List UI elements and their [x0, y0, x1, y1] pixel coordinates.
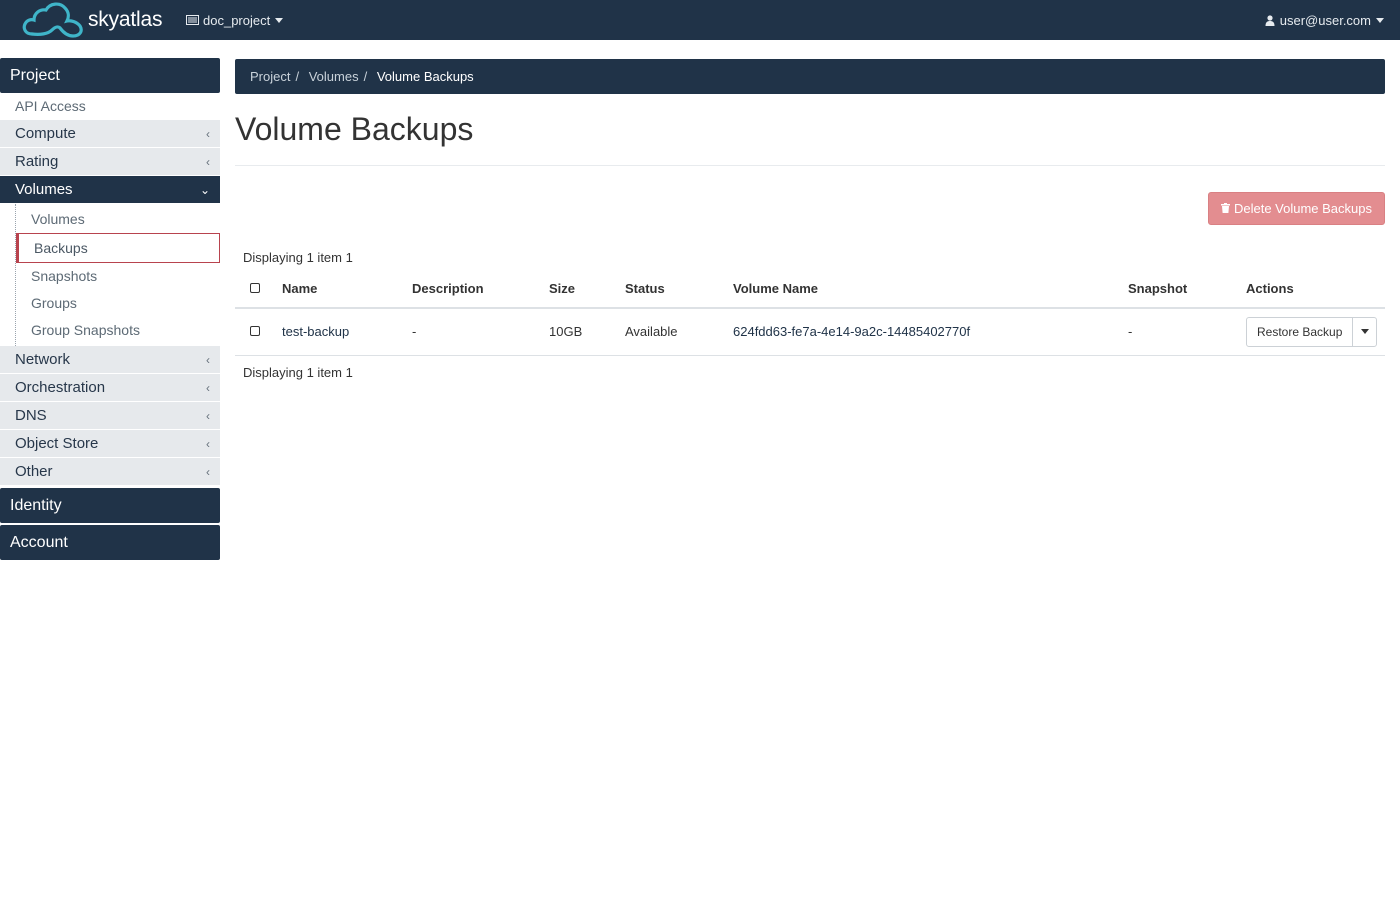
page-title: Volume Backups — [235, 111, 474, 147]
select-all-cell — [235, 270, 282, 309]
row-select-cell — [235, 308, 282, 356]
sidebar-group-label: Other — [15, 463, 53, 480]
breadcrumb-separator: / — [363, 69, 368, 84]
sidebar-group-dns[interactable]: DNS ‹ — [0, 402, 220, 430]
column-header-name[interactable]: Name — [282, 270, 412, 309]
brand-name: skyatlas — [88, 8, 163, 31]
sidebar: Project API Access Compute ‹ Rating ‹ Vo… — [0, 58, 220, 560]
cell-name: test-backup — [282, 308, 412, 356]
chevron-left-icon: ‹ — [206, 381, 210, 395]
sidebar-item-volumes[interactable]: Volumes — [16, 206, 220, 233]
sidebar-group-label: Volumes — [15, 181, 73, 198]
volumes-subnav: Volumes Backups Snapshots Groups Group S… — [15, 204, 220, 346]
volume-name-link[interactable]: 624fdd63-fe7a-4e14-9a2c-14485402770f — [733, 324, 970, 339]
cell-size: 10GB — [549, 308, 625, 356]
cloud-logo-icon — [22, 2, 83, 38]
sidebar-item-groups[interactable]: Groups — [16, 290, 220, 317]
breadcrumb-volumes[interactable]: Volumes — [309, 69, 359, 84]
breadcrumb: Project / Volumes / Volume Backups — [235, 59, 1385, 94]
cell-actions: Restore Backup — [1246, 308, 1385, 356]
breadcrumb-current: Volume Backups — [376, 69, 474, 84]
column-header-size[interactable]: Size — [549, 270, 625, 309]
restore-backup-button[interactable]: Restore Backup — [1247, 317, 1354, 346]
chevron-left-icon: ‹ — [206, 409, 210, 423]
column-header-snapshot[interactable]: Snapshot — [1128, 270, 1246, 309]
chevron-down-icon: ⌄ — [199, 183, 210, 197]
sidebar-group-label: Compute — [15, 125, 76, 142]
chevron-left-icon: ‹ — [206, 353, 210, 367]
chevron-down-icon — [1360, 329, 1369, 335]
select-all-checkbox[interactable] — [250, 283, 260, 293]
chevron-left-icon: ‹ — [206, 437, 210, 451]
breadcrumb-separator: / — [295, 69, 300, 84]
cell-status: Available — [625, 308, 733, 356]
row-actions-group: Restore Backup — [1246, 316, 1378, 347]
project-icon — [186, 15, 199, 25]
sidebar-group-object-store[interactable]: Object Store ‹ — [0, 430, 220, 458]
table-header-row: Name Description Size Status Volume Name… — [235, 270, 1385, 309]
breadcrumb-project[interactable]: Project — [250, 69, 290, 84]
volume-backups-table: Name Description Size Status Volume Name… — [235, 270, 1385, 356]
table-row: test-backup - 10GB Available 624fdd63-fe… — [235, 308, 1385, 356]
main-content: Project / Volumes / Volume Backups Volume … — [235, 59, 1385, 385]
sidebar-group-label: Rating — [15, 153, 59, 170]
table-actions: Delete Volume Backups — [235, 166, 1385, 226]
chevron-left-icon: ‹ — [206, 465, 210, 479]
sidebar-item-group-snapshots[interactable]: Group Snapshots — [16, 317, 220, 344]
sidebar-group-label: DNS — [15, 407, 47, 424]
sidebar-group-compute[interactable]: Compute ‹ — [0, 120, 220, 148]
project-selector[interactable]: doc_project — [186, 0, 284, 40]
cell-description: - — [412, 308, 549, 356]
row-actions-dropdown-toggle[interactable] — [1353, 318, 1376, 346]
cell-snapshot: - — [1128, 308, 1246, 356]
sidebar-header-project[interactable]: Project — [0, 58, 220, 93]
project-name: doc_project — [203, 12, 271, 28]
user-email: user@user.com — [1279, 12, 1371, 28]
delete-volume-backups-button[interactable]: Delete Volume Backups — [1207, 192, 1385, 225]
chevron-down-icon — [275, 17, 284, 23]
sidebar-header-identity[interactable]: Identity — [0, 488, 220, 523]
delete-button-label: Delete Volume Backups — [1233, 201, 1372, 216]
item-count-top: Displaying 1 item 1 — [243, 250, 353, 265]
row-checkbox[interactable] — [250, 326, 260, 337]
sidebar-group-other[interactable]: Other ‹ — [0, 458, 220, 486]
column-header-description[interactable]: Description — [412, 270, 549, 309]
backup-name-link[interactable]: test-backup — [282, 324, 349, 339]
sidebar-group-label: Object Store — [15, 435, 99, 452]
chevron-left-icon: ‹ — [206, 127, 210, 141]
sidebar-item-backups[interactable]: Backups — [16, 233, 220, 263]
sidebar-item-snapshots[interactable]: Snapshots — [16, 263, 220, 290]
column-header-actions: Actions — [1246, 270, 1385, 309]
chevron-left-icon: ‹ — [206, 155, 210, 169]
top-navbar: skyatlas doc_project user@user.com — [0, 0, 1400, 40]
item-count-bottom: Displaying 1 item 1 — [243, 364, 353, 380]
sidebar-item-api-access[interactable]: API Access — [0, 93, 220, 120]
sidebar-group-label: Network — [15, 351, 71, 368]
brand-logo[interactable]: skyatlas — [22, 0, 162, 40]
sidebar-group-volumes[interactable]: Volumes ⌄ — [0, 176, 220, 204]
column-header-volume-name[interactable]: Volume Name — [733, 270, 1128, 309]
sidebar-group-orchestration[interactable]: Orchestration ‹ — [0, 374, 220, 402]
sidebar-group-rating[interactable]: Rating ‹ — [0, 148, 220, 176]
sidebar-group-label: Orchestration — [15, 379, 106, 396]
user-menu[interactable]: user@user.com — [1265, 0, 1384, 40]
sidebar-header-account[interactable]: Account — [0, 525, 220, 560]
user-icon — [1265, 14, 1275, 26]
column-header-status[interactable]: Status — [625, 270, 733, 309]
chevron-down-icon — [1376, 17, 1384, 23]
sidebar-group-network[interactable]: Network ‹ — [0, 346, 220, 374]
trash-icon — [1220, 203, 1230, 213]
cell-volume-name: 624fdd63-fe7a-4e14-9a2c-14485402770f — [733, 308, 1128, 356]
